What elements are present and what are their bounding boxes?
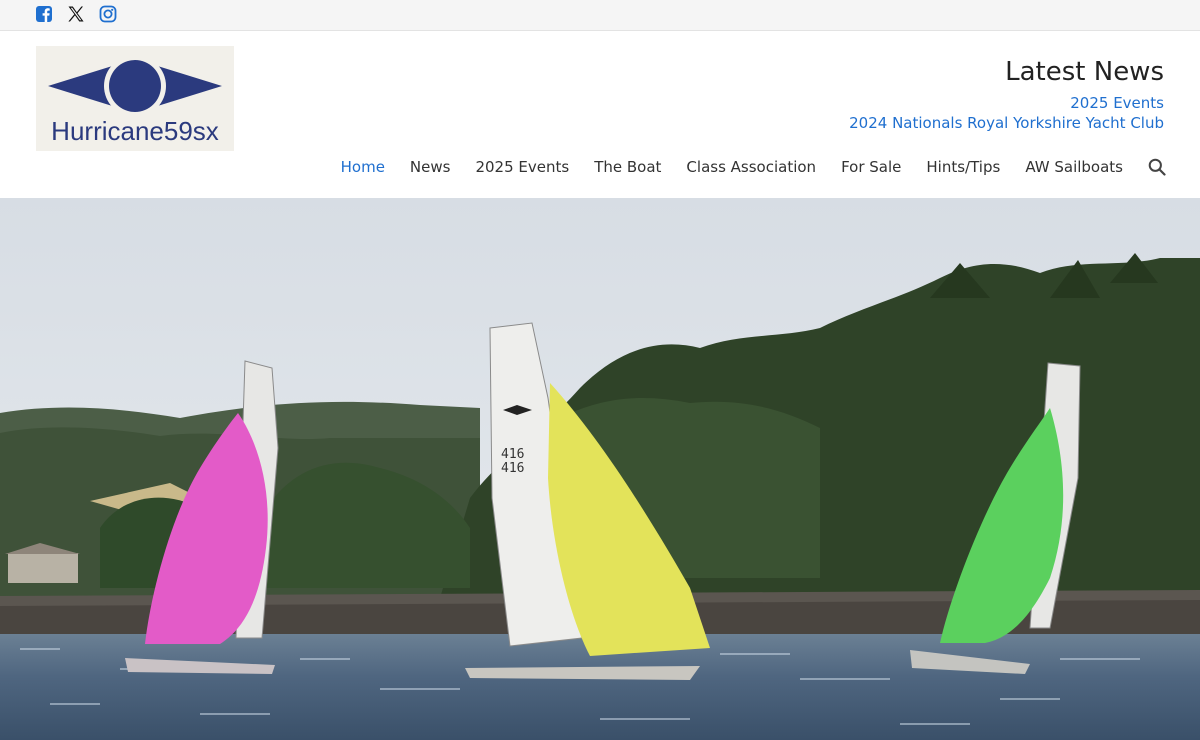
- nav-for-sale[interactable]: For Sale: [841, 158, 901, 176]
- nav-the-boat[interactable]: The Boat: [594, 158, 661, 176]
- news-link-2024-nationals[interactable]: 2024 Nationals Royal Yorkshire Yacht Clu…: [849, 114, 1164, 132]
- nav-news[interactable]: News: [410, 158, 451, 176]
- main-nav: Home News 2025 Events The Boat Class Ass…: [316, 158, 1166, 176]
- sail-number-top: 416: [501, 447, 525, 462]
- instagram-icon[interactable]: [99, 5, 117, 23]
- facebook-icon[interactable]: [35, 5, 53, 23]
- logo-text: Hurricane59sx: [51, 116, 219, 146]
- sailing-photo: [0, 198, 1200, 740]
- hurricane-eye-icon: [48, 55, 222, 117]
- sail-number-bottom: 416: [501, 461, 525, 476]
- nav-home[interactable]: Home: [341, 158, 385, 176]
- site-header: Hurricane59sx Latest News 2025 Events 20…: [0, 31, 1200, 198]
- site-logo[interactable]: Hurricane59sx: [36, 46, 234, 151]
- news-link-2025-events[interactable]: 2025 Events: [1070, 94, 1164, 112]
- hero-image: 416 416: [0, 198, 1200, 740]
- x-icon[interactable]: [67, 5, 85, 23]
- latest-news-heading: Latest News: [1005, 57, 1164, 87]
- nav-class-association[interactable]: Class Association: [686, 158, 816, 176]
- nav-2025-events[interactable]: 2025 Events: [475, 158, 569, 176]
- social-bar: [0, 0, 1200, 31]
- nav-aw-sailboats[interactable]: AW Sailboats: [1025, 158, 1123, 176]
- nav-hints-tips[interactable]: Hints/Tips: [926, 158, 1000, 176]
- sail-number: 416 416: [501, 448, 524, 476]
- search-icon[interactable]: [1148, 158, 1166, 176]
